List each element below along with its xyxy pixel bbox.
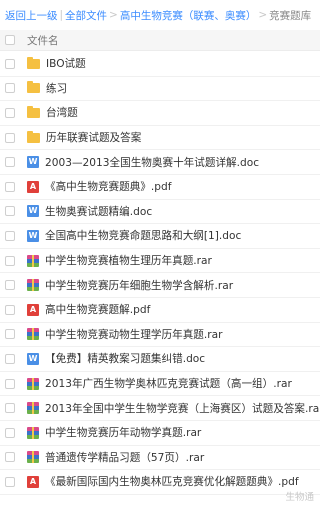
- row-checkbox[interactable]: [5, 132, 15, 143]
- breadcrumb-separator: |: [59, 9, 64, 21]
- row-checkbox[interactable]: [5, 58, 15, 69]
- row-checkbox[interactable]: [5, 304, 15, 315]
- file-row[interactable]: W 全国高中生物竞赛命题思路和大纲[1].doc: [0, 224, 320, 249]
- watermark: 生物通: [285, 492, 314, 503]
- file-name[interactable]: 《高中生物竞赛题典》.pdf: [45, 179, 171, 194]
- folder-icon: [27, 130, 40, 143]
- current-folder-label: 竞赛题库: [269, 9, 312, 22]
- file-row[interactable]: 历年联赛试题及答案: [0, 126, 320, 151]
- file-name[interactable]: 中学生物竞赛植物生理历年真题.rar: [45, 253, 212, 268]
- file-name[interactable]: 中学生物竞赛动物生理学历年真题.rar: [45, 327, 222, 342]
- file-row[interactable]: A 《高中生物竞赛题典》.pdf: [0, 175, 320, 200]
- file-row[interactable]: A 高中生物竞赛题解.pdf: [0, 298, 320, 323]
- file-row[interactable]: 台湾题: [0, 101, 320, 126]
- file-row[interactable]: W 生物奥赛试题精编.doc: [0, 200, 320, 225]
- file-row[interactable]: W 2003—2013全国生物奥赛十年试题详解.doc: [0, 150, 320, 175]
- row-checkbox[interactable]: [5, 157, 15, 168]
- file-row[interactable]: W 【免费】精英教案习题集纠错.doc: [0, 347, 320, 372]
- breadcrumb-separator: >: [109, 9, 118, 21]
- file-list: IBO试题练习台湾题历年联赛试题及答案 W 2003—2013全国生物奥赛十年试题详…: [0, 52, 320, 495]
- file-name[interactable]: 【免费】精英教案习题集纠错.doc: [45, 351, 205, 366]
- file-name[interactable]: 中学生物竞赛历年动物学真题.rar: [45, 425, 201, 440]
- breadcrumb: 返回上一级 | 全部文件 > 高中生物竞赛（联赛、奥赛） > 竞赛题库: [0, 0, 320, 30]
- rar-archive-icon: [27, 451, 39, 464]
- file-name[interactable]: 练习: [46, 81, 67, 96]
- file-row[interactable]: 2013年全国中学生生物学竞赛（上海赛区）试题及答案.rar: [0, 396, 320, 421]
- row-checkbox[interactable]: [5, 181, 15, 192]
- select-all-checkbox[interactable]: [5, 35, 15, 45]
- file-name[interactable]: 《最新国际国内生物奥林匹克竞赛优化解题题典》.pdf: [45, 474, 299, 489]
- row-checkbox[interactable]: [5, 476, 15, 487]
- row-checkbox[interactable]: [5, 206, 15, 217]
- folder-icon: [27, 105, 40, 118]
- row-checkbox[interactable]: [5, 427, 15, 438]
- file-row[interactable]: 中学生物竞赛历年动物学真题.rar: [0, 421, 320, 446]
- row-checkbox[interactable]: [5, 403, 15, 414]
- file-name[interactable]: 高中生物竞赛题解.pdf: [45, 302, 150, 317]
- rar-archive-icon: [27, 254, 39, 267]
- file-name[interactable]: 普通遗传学精品习题（57页）.rar: [45, 450, 204, 465]
- file-row[interactable]: 中学生物竞赛动物生理学历年真题.rar: [0, 323, 320, 348]
- row-checkbox[interactable]: [5, 230, 15, 241]
- row-checkbox[interactable]: [5, 329, 15, 340]
- pdf-icon: A: [27, 180, 39, 193]
- file-row[interactable]: IBO试题: [0, 52, 320, 77]
- rar-archive-icon: [27, 328, 39, 341]
- word-doc-icon: W: [27, 205, 39, 218]
- file-name[interactable]: 中学生物竞赛历年细胞生物学含解析.rar: [45, 278, 233, 293]
- row-checkbox[interactable]: [5, 378, 15, 389]
- parent-folder-link[interactable]: 高中生物竞赛（联赛、奥赛）: [120, 8, 257, 23]
- file-name[interactable]: 2013年广西生物学奥林匹克竞赛试题（高一组）.rar: [45, 376, 292, 391]
- folder-icon: [27, 56, 40, 69]
- rar-archive-icon: [27, 402, 39, 415]
- all-files-link[interactable]: 全部文件: [65, 8, 107, 23]
- file-name[interactable]: IBO试题: [46, 56, 86, 71]
- row-checkbox[interactable]: [5, 452, 15, 463]
- word-doc-icon: W: [27, 156, 39, 169]
- file-row[interactable]: A 《最新国际国内生物奥林匹克竞赛优化解题题典》.pdf: [0, 470, 320, 495]
- folder-icon: [27, 81, 40, 94]
- row-checkbox[interactable]: [5, 255, 15, 266]
- file-name[interactable]: 生物奥赛试题精编.doc: [45, 204, 152, 219]
- back-link[interactable]: 返回上一级: [5, 8, 58, 23]
- file-name[interactable]: 2003—2013全国生物奥赛十年试题详解.doc: [45, 155, 259, 170]
- file-list-header: 文件名: [0, 30, 320, 51]
- file-row[interactable]: 2013年广西生物学奥林匹克竞赛试题（高一组）.rar: [0, 372, 320, 397]
- file-row[interactable]: 练习: [0, 77, 320, 102]
- file-row[interactable]: 中学生物竞赛植物生理历年真题.rar: [0, 249, 320, 274]
- row-checkbox[interactable]: [5, 83, 15, 94]
- rar-archive-icon: [27, 279, 39, 292]
- pdf-icon: A: [27, 303, 39, 316]
- column-header-filename[interactable]: 文件名: [27, 33, 59, 48]
- file-row[interactable]: 中学生物竞赛历年细胞生物学含解析.rar: [0, 273, 320, 298]
- breadcrumb-separator: >: [258, 9, 268, 21]
- row-checkbox[interactable]: [5, 353, 15, 364]
- row-checkbox[interactable]: [5, 280, 15, 291]
- pdf-icon: A: [27, 475, 39, 488]
- file-name[interactable]: 全国高中生物竞赛命题思路和大纲[1].doc: [45, 228, 241, 243]
- word-doc-icon: W: [27, 229, 39, 242]
- word-doc-icon: W: [27, 352, 39, 365]
- rar-archive-icon: [27, 377, 39, 390]
- file-name[interactable]: 历年联赛试题及答案: [46, 130, 141, 145]
- row-checkbox[interactable]: [5, 107, 15, 118]
- rar-archive-icon: [27, 426, 39, 439]
- file-name[interactable]: 台湾题: [46, 105, 78, 120]
- file-name[interactable]: 2013年全国中学生生物学竞赛（上海赛区）试题及答案.rar: [45, 401, 320, 416]
- file-row[interactable]: 普通遗传学精品习题（57页）.rar: [0, 446, 320, 471]
